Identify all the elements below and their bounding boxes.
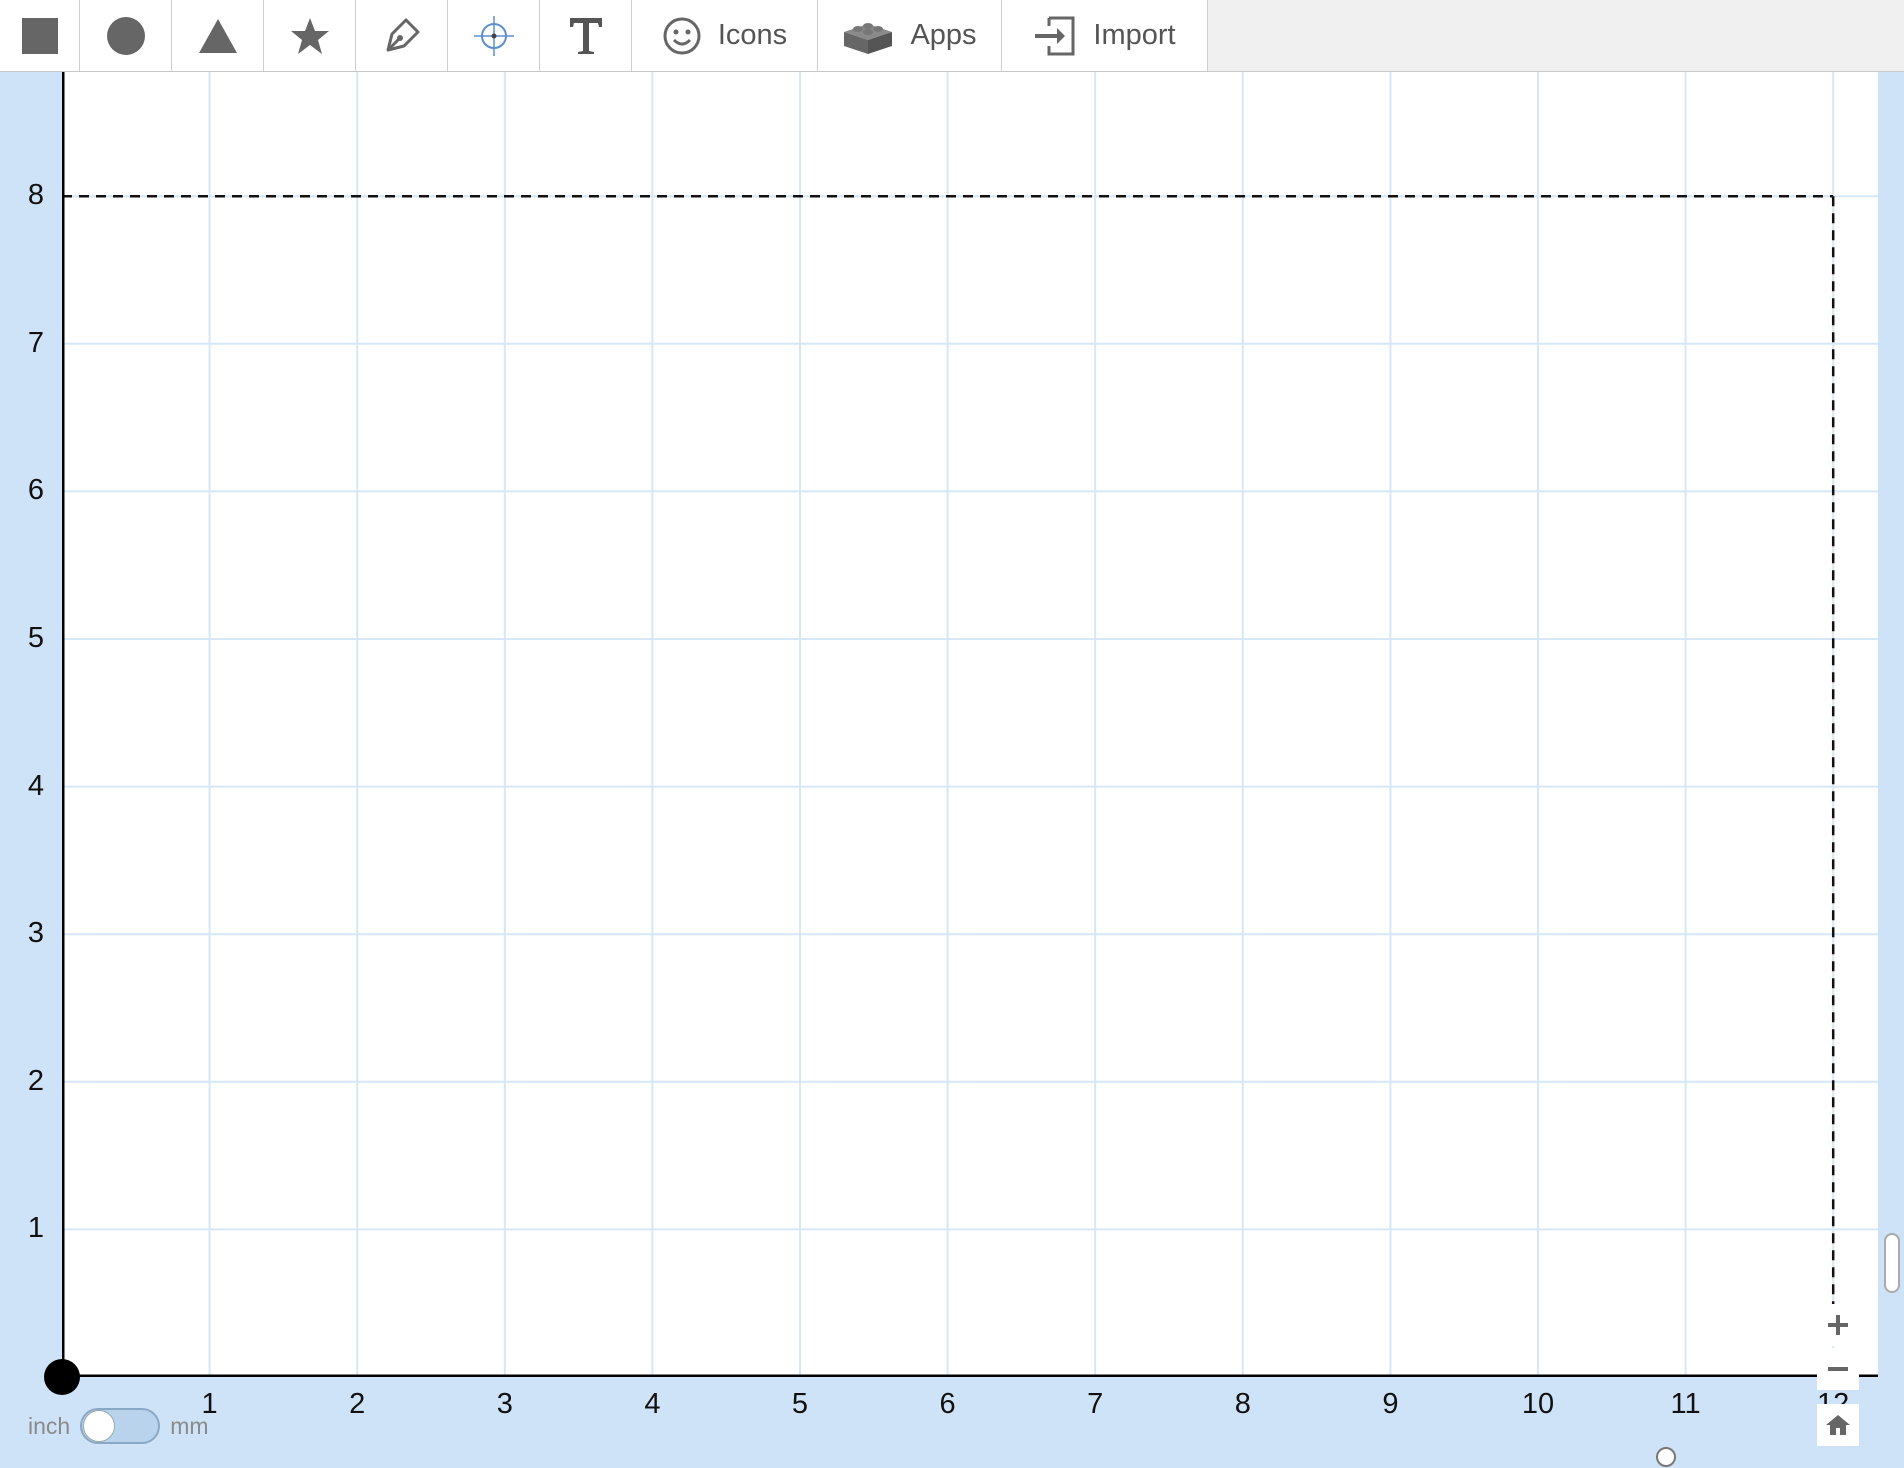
circle-tool-button[interactable] bbox=[80, 0, 172, 71]
x-tick-label: 8 bbox=[1213, 1388, 1273, 1421]
design-canvas[interactable] bbox=[62, 72, 1878, 1377]
unit-switch-knob bbox=[83, 1410, 115, 1442]
x-tick-label: 4 bbox=[622, 1388, 682, 1421]
home-button[interactable] bbox=[1817, 1404, 1859, 1446]
square-tool-button[interactable] bbox=[0, 0, 80, 71]
x-tick-label: 3 bbox=[475, 1388, 535, 1421]
import-icon bbox=[1033, 14, 1077, 58]
toolbar: Icons Apps Import bbox=[0, 0, 1904, 72]
y-tick-label: 1 bbox=[16, 1212, 56, 1245]
x-tick-label: 6 bbox=[918, 1388, 978, 1421]
x-tick-label: 9 bbox=[1360, 1388, 1420, 1421]
y-tick-label: 5 bbox=[16, 622, 56, 655]
text-tool-button[interactable] bbox=[540, 0, 632, 71]
point-tool-button[interactable] bbox=[448, 0, 540, 71]
origin-point[interactable] bbox=[44, 1359, 80, 1395]
x-tick-label: 11 bbox=[1656, 1388, 1716, 1421]
y-tick-label: 3 bbox=[16, 917, 56, 950]
pen-tool-button[interactable] bbox=[356, 0, 448, 71]
square-icon bbox=[20, 16, 60, 56]
x-tick-label: 10 bbox=[1508, 1388, 1568, 1421]
unit-label-inch: inch bbox=[28, 1413, 70, 1440]
star-icon bbox=[290, 16, 330, 56]
triangle-icon bbox=[198, 18, 238, 54]
horizontal-scroll-handle[interactable] bbox=[1656, 1447, 1676, 1467]
vertical-scrollbar[interactable] bbox=[1884, 1233, 1900, 1293]
smiley-icon bbox=[662, 16, 702, 56]
y-tick-label: 4 bbox=[16, 770, 56, 803]
star-tool-button[interactable] bbox=[264, 0, 356, 71]
minus-icon bbox=[1827, 1358, 1849, 1380]
y-tick-label: 6 bbox=[16, 474, 56, 507]
lego-brick-icon bbox=[842, 16, 894, 56]
zoom-in-button[interactable] bbox=[1817, 1304, 1859, 1346]
y-tick-label: 2 bbox=[16, 1065, 56, 1098]
apps-button[interactable]: Apps bbox=[818, 0, 1002, 71]
import-button-label: Import bbox=[1093, 19, 1175, 52]
triangle-tool-button[interactable] bbox=[172, 0, 264, 71]
icons-button-label: Icons bbox=[718, 19, 787, 52]
x-tick-label: 2 bbox=[327, 1388, 387, 1421]
x-tick-label: 7 bbox=[1065, 1388, 1125, 1421]
grid bbox=[62, 72, 1878, 1377]
import-button[interactable]: Import bbox=[1002, 0, 1208, 71]
plus-icon bbox=[1827, 1314, 1849, 1336]
y-tick-label: 8 bbox=[16, 179, 56, 212]
unit-toggle: inch mm bbox=[28, 1406, 209, 1446]
y-tick-label: 7 bbox=[16, 327, 56, 360]
text-tool-icon bbox=[568, 16, 604, 56]
icons-button[interactable]: Icons bbox=[632, 0, 818, 71]
zoom-out-button[interactable] bbox=[1817, 1348, 1859, 1390]
apps-button-label: Apps bbox=[910, 19, 976, 52]
home-icon bbox=[1825, 1413, 1851, 1437]
unit-label-mm: mm bbox=[170, 1413, 208, 1440]
crosshair-icon bbox=[472, 14, 516, 58]
x-tick-label: 5 bbox=[770, 1388, 830, 1421]
circle-icon bbox=[106, 16, 146, 56]
pen-icon bbox=[382, 16, 422, 56]
unit-switch[interactable] bbox=[80, 1408, 160, 1444]
